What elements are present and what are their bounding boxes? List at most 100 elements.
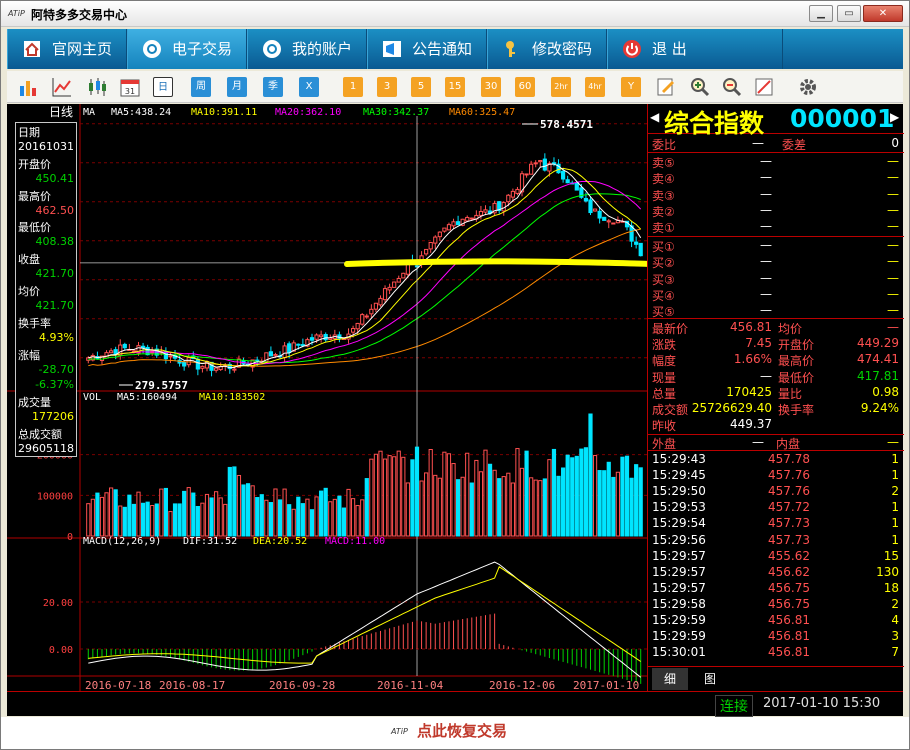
candle-body — [588, 199, 593, 214]
tick-time: 15:29:57 — [652, 548, 706, 563]
volume-bar — [419, 480, 424, 537]
buy-level-label: 买① — [652, 240, 675, 254]
draw-icon[interactable] — [753, 76, 775, 98]
zoom-out-icon[interactable] — [721, 76, 743, 98]
minimize-button[interactable]: ▁ — [809, 5, 833, 22]
volume-bar — [460, 476, 465, 537]
quote-panel: ◀ 综合指数 000001 ▶ 委比 — 委差 0 卖⑤ — — 卖④ — — 卖③ — — 卖② — — 卖① — — 买①… — [647, 104, 904, 694]
svg-text:31: 31 — [125, 87, 135, 96]
line-chart-icon[interactable] — [51, 76, 73, 98]
zoom-in-icon[interactable] — [689, 76, 711, 98]
period-button-0[interactable]: 日 — [153, 77, 173, 97]
info-volume: 177206 — [32, 410, 74, 424]
next-stock-arrow[interactable]: ▶ — [890, 110, 899, 124]
stat-label: 成交额 — [652, 403, 689, 417]
candle-body — [602, 216, 607, 221]
volume-bar — [501, 476, 506, 537]
nav-tab-account[interactable]: 我的账户 — [247, 29, 367, 69]
key-icon — [506, 41, 515, 57]
volume-bar — [122, 506, 127, 537]
period-button-4[interactable]: X — [299, 77, 319, 97]
volume-bar — [309, 509, 315, 537]
interval-button-0[interactable]: 1 — [343, 77, 363, 97]
volume-bar — [341, 507, 347, 537]
restore-trade-link[interactable]: 点此恢复交易 — [417, 720, 507, 741]
candle-body — [360, 314, 365, 325]
volume-bar — [140, 502, 146, 537]
interval-button-1[interactable]: 3 — [377, 77, 397, 97]
sell-level-volume: — — [887, 186, 899, 201]
sell-level-label: 卖② — [652, 204, 675, 219]
chart-toolbar: 31 日周月季 X 1 3 5 15 30 60 2hr 4hr Y — [7, 71, 903, 103]
tick-time: 15:29:50 — [652, 484, 706, 499]
volume-bar — [236, 474, 242, 537]
sell-level-price: — — [760, 154, 772, 168]
tick-volume: 15 — [883, 548, 899, 563]
bar-chart-icon[interactable] — [17, 76, 39, 98]
calendar-icon[interactable]: 31 — [119, 76, 141, 98]
interval-button-8[interactable]: Y — [621, 77, 641, 97]
volume-bar — [433, 474, 438, 537]
tab-chart[interactable]: 图 — [692, 668, 728, 690]
nav-tab-key[interactable]: 修改密码 — [487, 29, 607, 69]
stat-value: 25726629.40 — [691, 401, 772, 415]
volume-bar — [519, 467, 525, 537]
prev-stock-arrow[interactable]: ◀ — [650, 110, 659, 124]
edit-icon[interactable] — [655, 76, 677, 98]
ma60-legend: MA60:325.47 — [449, 107, 515, 118]
interval-button-3[interactable]: 15 — [445, 77, 465, 97]
buy-level-price: — — [760, 238, 772, 252]
app-window: ATiP 阿特多多交易中心 ▁ ▭ ✕ 官网主页 电子交易 我的账户 公告通知 修改密码… — [0, 0, 910, 750]
volume-bar — [245, 483, 251, 537]
stat-label: 最高价 — [778, 354, 815, 369]
interval-button-4[interactable]: 30 — [481, 77, 501, 97]
ma60-line — [88, 228, 641, 367]
nav-tab-notice[interactable]: 公告通知 — [367, 29, 487, 69]
stat-label: 总量 — [652, 386, 677, 401]
period-button-1[interactable]: 周 — [191, 77, 211, 97]
nav-tab-trade[interactable]: 电子交易 — [127, 29, 247, 69]
volume-bar — [364, 478, 369, 537]
nav-tab-power[interactable]: 退 出 — [607, 29, 783, 69]
kline-chart[interactable]: MA MA5:438.24 MA10:391.11 MA20:362.10 MA30:3… — [7, 104, 647, 694]
maximize-button[interactable]: ▭ — [837, 5, 861, 22]
volume-bar — [323, 487, 328, 537]
connection-status[interactable]: 连接 — [715, 695, 753, 717]
interval-button-7[interactable]: 4hr — [585, 77, 605, 97]
nav-tab-home[interactable]: 官网主页 — [7, 29, 127, 69]
tab-detail[interactable]: 细 — [652, 668, 688, 690]
nav-tab-label: 官网主页 — [52, 40, 113, 58]
stat-label: 开盘价 — [778, 338, 815, 353]
volume-bar — [583, 447, 589, 537]
tick-time: 15:29:58 — [652, 596, 706, 611]
volume-bar — [314, 496, 319, 537]
candle-body — [606, 220, 611, 223]
interval-button-2[interactable]: 5 — [411, 77, 431, 97]
tick-volume: 2 — [891, 484, 899, 499]
volume-bar — [515, 448, 520, 537]
period-button-3[interactable]: 季 — [263, 77, 283, 97]
candlestick-icon[interactable] — [85, 76, 107, 98]
interval-button-5[interactable]: 60 — [515, 77, 535, 97]
buy-level-volume: — — [887, 254, 899, 269]
divider — [648, 152, 904, 153]
ma10-legend: MA10:391.11 — [191, 107, 257, 118]
settings-icon[interactable] — [797, 76, 819, 98]
volume-bar — [638, 467, 643, 537]
volume-bar — [355, 505, 360, 537]
volume-bar — [611, 476, 616, 537]
stock-code: 000001 — [790, 104, 895, 133]
candle-body — [478, 210, 484, 216]
volume-bar — [241, 484, 246, 537]
volume-bar — [497, 478, 502, 537]
sell-level-volume: — — [887, 170, 899, 185]
tick-time: 15:29:56 — [652, 532, 706, 547]
period-button-2[interactable]: 月 — [227, 77, 247, 97]
volume-bar — [369, 458, 374, 537]
weicha-value: 0 — [891, 136, 899, 150]
interval-button-6[interactable]: 2hr — [551, 77, 571, 97]
close-button[interactable]: ✕ — [863, 5, 903, 22]
sell-level-label: 卖① — [652, 221, 675, 236]
ma30-line — [88, 193, 641, 364]
volume-bar — [556, 475, 561, 537]
